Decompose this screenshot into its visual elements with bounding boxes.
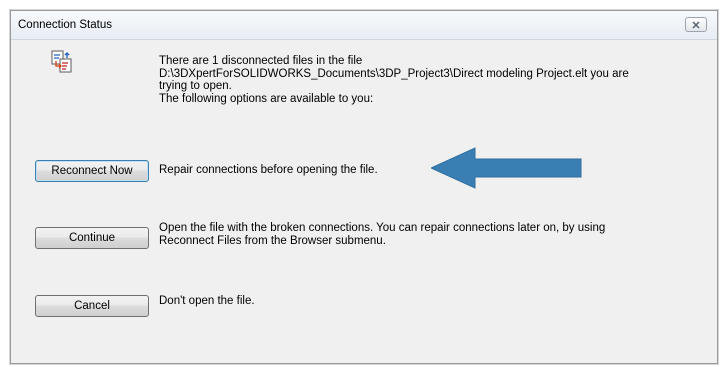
description-line: Open the file with the broken connection…: [159, 222, 606, 234]
message-text: There are 1 disconnected files in the fi…: [159, 55, 719, 105]
description-line: Repair connections before opening the fi…: [159, 164, 378, 176]
disconnected-files-icon: [51, 50, 72, 73]
reconnect-now-button[interactable]: Reconnect Now: [35, 160, 149, 182]
message-line: The following options are available to y…: [159, 92, 374, 105]
cancel-button[interactable]: Cancel: [35, 295, 149, 317]
continue-description: Open the file with the broken connection…: [159, 222, 605, 247]
cancel-description: Don't open the file.: [159, 295, 255, 308]
continue-button[interactable]: Continue: [35, 227, 149, 249]
message-line: There are 1 disconnected files in the fi…: [159, 55, 363, 67]
message-line: D:\3DXpertForSOLIDWORKS_Documents\3DP_Pr…: [159, 67, 629, 80]
dialog-title: Connection Status: [18, 19, 112, 31]
left-arrow-annotation: [431, 147, 582, 189]
description-line: Reconnect Files from the Browser submenu…: [159, 234, 386, 247]
title-bar: Connection Status: [11, 11, 717, 40]
close-button[interactable]: [685, 17, 707, 32]
description-line: Don't open the file.: [159, 295, 255, 307]
dialog-content: There are 1 disconnected files in the fi…: [11, 40, 717, 363]
close-icon: [692, 20, 700, 29]
reconnect-now-description: Repair connections before opening the fi…: [159, 164, 378, 177]
connection-status-dialog: Connection Status There are 1 disconnect…: [10, 10, 718, 364]
message-line: trying to open.: [159, 80, 232, 92]
